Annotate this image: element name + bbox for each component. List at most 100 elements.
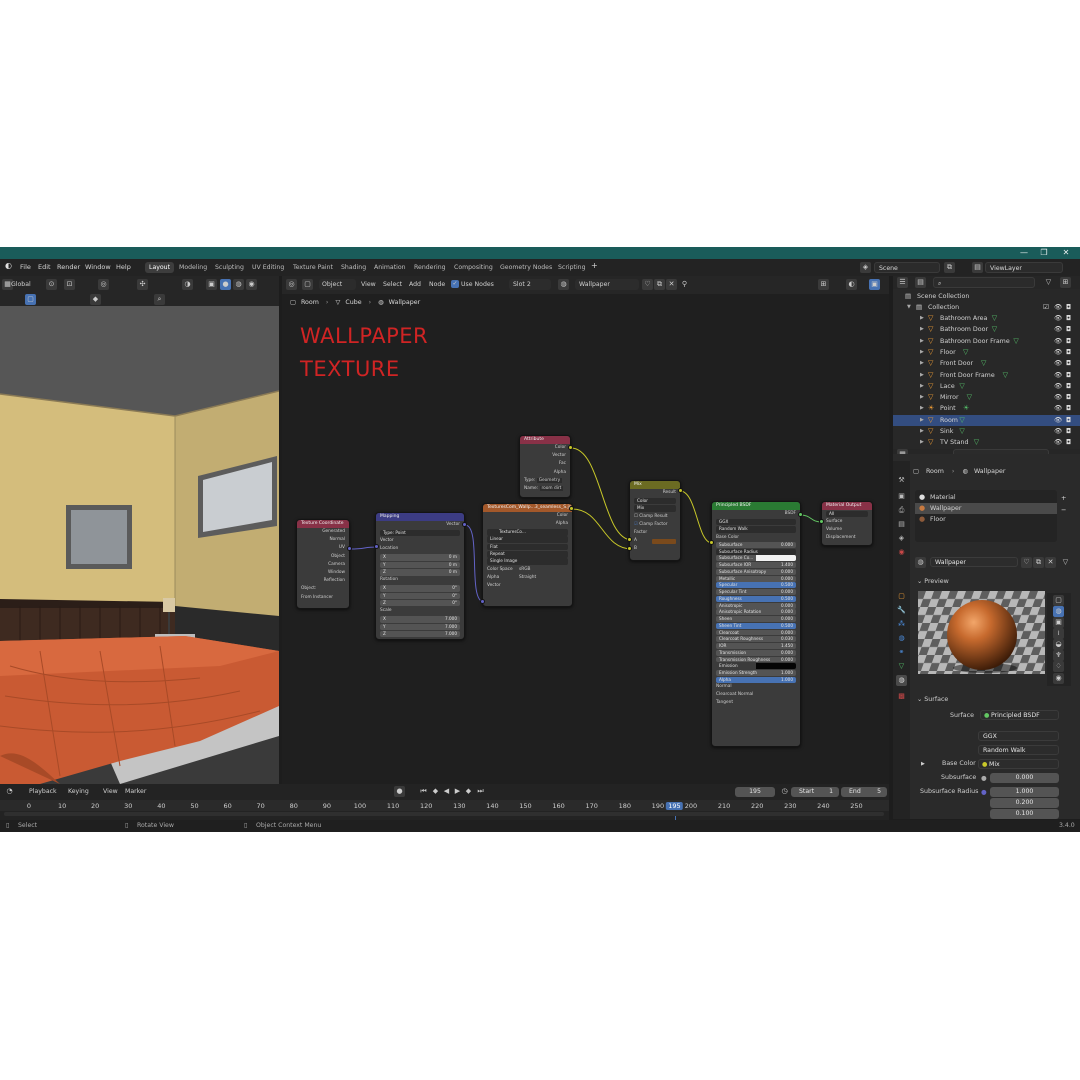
extension-dropdown[interactable]: Repeat [487, 551, 568, 558]
subsurface-method-dropdown[interactable]: Random Walk [716, 526, 796, 533]
expand-arrow-icon[interactable]: ▶ [920, 313, 924, 324]
data-tab-icon[interactable]: ▽ [896, 661, 907, 672]
texture-tab-icon[interactable]: ▩ [896, 691, 907, 702]
duplicate-icon[interactable]: ⧉ [1033, 557, 1044, 568]
expand-arrow-icon[interactable]: ▼ [907, 302, 911, 313]
camera-icon[interactable]: ◘ [1066, 336, 1071, 347]
outliner-item[interactable]: ▶ ▽ Sink 👁 ◘ ▽ [893, 426, 1080, 437]
outliner-type-icon[interactable]: ☰ [897, 277, 908, 288]
expand-arrow-icon[interactable]: ▶ [920, 324, 924, 335]
fake-user-icon[interactable]: ♡ [1021, 557, 1032, 568]
radius-z-field[interactable]: 0.100 [990, 809, 1059, 819]
subsurface-field[interactable]: 0.000 [990, 773, 1059, 783]
camera-icon[interactable]: ◘ [1066, 347, 1071, 358]
scene-collection-row[interactable]: ▤ Scene Collection [893, 291, 1080, 302]
bsdf-input-row[interactable]: Subsurface Co... [716, 555, 796, 562]
eye-icon[interactable]: 👁 [1054, 426, 1062, 437]
base-color-label[interactable]: ▶ Base Color [921, 760, 976, 767]
mapping-node[interactable]: Mapping Vector Type: Point Vector Locati… [375, 512, 465, 640]
material-preview-icon[interactable]: ◍ [233, 279, 244, 290]
object-tab-icon[interactable]: ▢ [896, 591, 907, 602]
physics-tab-icon[interactable]: ◍ [896, 633, 907, 644]
bsdf-input-row[interactable]: Specular 0.500 [716, 582, 796, 589]
menu-view[interactable]: View [103, 786, 118, 797]
bsdf-input-row[interactable]: Transmission 0.000 [716, 649, 796, 656]
camera-icon[interactable]: ◘ [1066, 437, 1071, 448]
preview-cloth-icon[interactable]: ♆ [1053, 650, 1064, 661]
bsdf-input-row[interactable]: Specular Tint 0.000 [716, 589, 796, 596]
eye-icon[interactable]: 👁 [1054, 392, 1062, 403]
eye-icon[interactable]: 👁 [1054, 347, 1062, 358]
world-icon[interactable]: ◉ [1053, 673, 1064, 684]
scale-y-field[interactable]: Y 7.000 [380, 623, 460, 630]
outliner-item[interactable]: ▶ ▽ Bathroom Door Frame 👁 ◘ ▽ [893, 336, 1080, 347]
breadcrumb-room[interactable]: Room [301, 299, 319, 306]
menu-window[interactable]: Window [85, 263, 111, 271]
outliner-item[interactable]: ▶ ▽ Front Door Frame 👁 ◘ ▽ [893, 370, 1080, 381]
bsdf-input-row[interactable]: Subsurface Radius [716, 548, 796, 555]
eye-icon[interactable]: 👁 [1054, 336, 1062, 347]
location-y-field[interactable]: Y0 m [380, 561, 460, 569]
bsdf-input-row[interactable]: Transmission Roughness 0.000 [716, 656, 796, 663]
menu-node[interactable]: Node [429, 279, 445, 290]
eye-icon[interactable]: 👁 [1054, 370, 1062, 381]
expand-arrow-icon[interactable]: ▶ [920, 336, 924, 347]
tab-sculpting[interactable]: Sculpting [211, 262, 248, 273]
tab-uv-editing[interactable]: UV Editing [248, 262, 288, 273]
bsdf-input-row[interactable]: Subsurface Anisotropy 0.000 [716, 568, 796, 575]
bsdf-input-row[interactable]: IOR 1.450 [716, 643, 796, 649]
menu-playback[interactable]: Playback [29, 786, 57, 797]
bsdf-out-socket[interactable] [798, 512, 803, 517]
eye-icon[interactable]: 👁 [1054, 403, 1062, 414]
object-mode-icon[interactable]: ▢ [302, 279, 313, 290]
projection-dropdown[interactable]: Flat [487, 543, 568, 551]
surface-shader-field[interactable]: ● Principled BSDF [980, 710, 1059, 720]
expand-arrow-icon[interactable]: ▶ [920, 426, 924, 437]
outliner-search-input[interactable]: ⌕ [933, 277, 1035, 288]
mapping-vector-out-socket[interactable] [462, 522, 467, 527]
bsdf-input-row[interactable]: Metallic 0.000 [716, 575, 796, 582]
xray-icon[interactable]: ▣ [206, 279, 217, 290]
tab-shading[interactable]: Shading [337, 262, 370, 273]
menu-add[interactable]: Add [409, 279, 421, 290]
rendered-shading-icon[interactable]: ◉ [246, 279, 257, 290]
duplicate-icon[interactable]: ⧉ [654, 279, 665, 290]
texture-coordinate-node[interactable]: Texture Coordinate Generated Normal UV O… [296, 519, 350, 609]
tab-animation[interactable]: Animation [370, 262, 410, 273]
slot-dropdown[interactable]: Slot 2 [509, 279, 551, 290]
base-color-socket[interactable] [709, 540, 714, 545]
node-overlay-icon[interactable]: ◐ [846, 279, 857, 290]
snap-node-icon[interactable]: ⊞ [818, 279, 829, 290]
material-tab-icon[interactable]: ◍ [896, 675, 907, 686]
add-slot-icon[interactable]: + [1061, 494, 1066, 502]
view-layer-selector[interactable]: ViewLayer [985, 262, 1063, 273]
outliner-item[interactable]: ▶ ▽ Floor 👁 ◘ ▽ [893, 347, 1080, 358]
outliner-item[interactable]: ▶ ▽ Room 👁 ◘ ▽ [893, 414, 1080, 426]
camera-icon[interactable]: ◘ [1066, 426, 1071, 437]
menu-marker[interactable]: Marker [125, 786, 146, 797]
surface-in-socket[interactable] [819, 519, 824, 524]
bsdf-input-row[interactable]: Clearcoat 0.000 [716, 629, 796, 636]
view-layer-icon[interactable]: ▤ [972, 262, 983, 273]
rotation-x-field[interactable]: X 0° [380, 585, 460, 592]
tab-modeling[interactable]: Modeling [175, 262, 211, 273]
menu-view[interactable]: View [361, 279, 376, 290]
expand-arrow-icon[interactable]: ▶ [920, 437, 924, 448]
outliner[interactable]: ▤ Scene Collection ▼ ▤ Collection ☑ 👁 ◘ … [893, 289, 1080, 449]
interpolation-dropdown[interactable]: Linear [487, 536, 568, 543]
particles-tab-icon[interactable]: ⁂ [896, 619, 907, 630]
3d-viewport[interactable]: ▢ ◆ ⌕ [0, 294, 279, 784]
attribute-color-socket[interactable] [568, 445, 573, 450]
bsdf-input-row[interactable]: Anisotropic 0.000 [716, 602, 796, 609]
outliner-item[interactable]: ▶ ☀ Point 👁 ◘ ☀ [893, 403, 1080, 414]
record-icon[interactable]: ● [394, 786, 405, 797]
camera-icon[interactable]: ◘ [1066, 415, 1071, 426]
scene-tab-icon[interactable]: ◈ [896, 533, 907, 544]
uv-socket[interactable] [347, 546, 352, 551]
radius-x-field[interactable]: 1.000 [990, 787, 1059, 797]
maximize-button[interactable]: ❐ [1034, 248, 1054, 258]
material-name-field[interactable]: Wallpaper [575, 279, 639, 290]
tool-tab-icon[interactable]: ⚒ [896, 475, 907, 486]
camera-icon[interactable]: ◘ [1066, 403, 1071, 414]
material-browse-icon[interactable]: ◍ [915, 557, 926, 568]
